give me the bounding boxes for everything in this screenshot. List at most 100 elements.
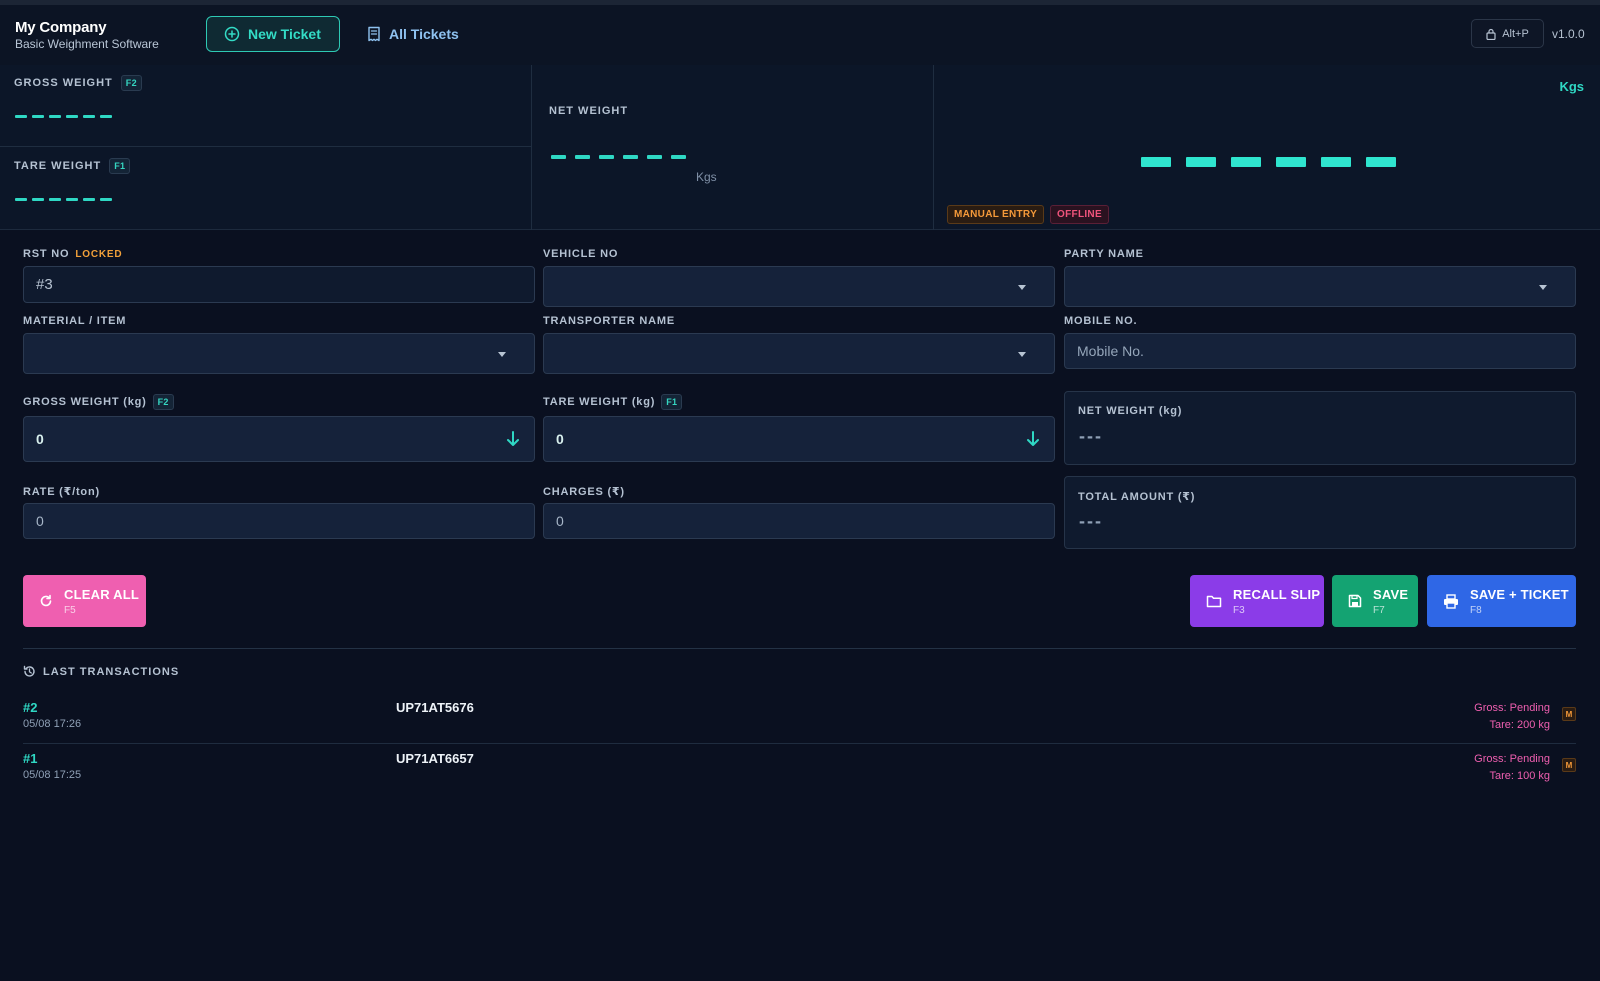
transaction-gross: Gross: Pending [1474, 753, 1550, 765]
history-icon [23, 665, 35, 677]
recall-slip-label: RECALL SLIP [1233, 586, 1321, 602]
rate-input[interactable]: 0 [23, 503, 535, 539]
manual-mode-badge: M [1562, 758, 1576, 772]
section-divider [23, 648, 1576, 649]
gross-key-badge: F2 [120, 75, 142, 91]
lock-hotkey-button[interactable]: Alt+P [1471, 19, 1544, 48]
transaction-row[interactable]: #1 05/08 17:25 UP71AT6657 Gross: Pending… [23, 745, 1576, 795]
charges-field: CHARGES (₹) 0 [543, 483, 1055, 540]
charges-label: CHARGES (₹) [543, 485, 625, 498]
transaction-id: #1 [23, 751, 38, 766]
save-and-ticket-key: F8 [1470, 604, 1482, 616]
chevron-down-icon [498, 351, 506, 357]
save-and-ticket-button[interactable]: SAVE + TICKET F8 [1427, 575, 1576, 627]
rst-no-label-text: RST NO [23, 248, 70, 260]
gross-weight-label: GROSS WEIGHT (kg) F2 [23, 394, 535, 410]
main-scale-readout: Kgs MANUAL ENTRY OFFLINE [935, 65, 1600, 230]
transporter-select[interactable] [543, 333, 1055, 374]
tare-weight-field: TARE WEIGHT (kg) F1 0 [543, 394, 1055, 462]
tare-weight-title: TARE WEIGHT F1 [14, 158, 131, 174]
net-weight-panel-value: --- [1079, 426, 1103, 446]
transaction-tare: Tare: 100 kg [1489, 770, 1550, 782]
transporter-field: TRANSPORTER NAME [543, 313, 1055, 375]
save-label: SAVE [1373, 586, 1409, 602]
gross-weight-input[interactable]: 0 [23, 416, 535, 462]
brand: My Company Basic Weighment Software [15, 19, 159, 51]
net-weight-readout: NET WEIGHT Kgs [533, 65, 934, 230]
vehicle-no-field: VEHICLE NO [543, 246, 1055, 308]
manual-entry-badge: MANUAL ENTRY [947, 205, 1045, 224]
chevron-down-icon [1539, 284, 1547, 290]
printer-icon [1444, 593, 1458, 609]
clear-all-button[interactable]: CLEAR ALL F5 [23, 575, 146, 627]
party-name-select[interactable] [1064, 266, 1576, 307]
vehicle-no-label: VEHICLE NO [543, 248, 619, 260]
net-weight-value [551, 155, 686, 159]
main-scale-unit: Kgs [1559, 79, 1584, 94]
transaction-gross: Gross: Pending [1474, 702, 1550, 714]
transporter-label: TRANSPORTER NAME [543, 315, 675, 327]
mobile-input[interactable]: Mobile No. [1064, 333, 1576, 369]
save-button[interactable]: SAVE F7 [1332, 575, 1418, 627]
vehicle-no-select[interactable] [543, 266, 1055, 307]
rst-no-input: #3 [23, 266, 535, 303]
offline-badge: OFFLINE [1050, 205, 1109, 224]
transaction-tare: Tare: 200 kg [1489, 719, 1550, 731]
hotkey-label: Alt+P [1502, 27, 1529, 40]
transaction-row[interactable]: #2 05/08 17:26 UP71AT5676 Gross: Pending… [23, 694, 1576, 744]
app-subtitle: Basic Weighment Software [15, 37, 159, 51]
capture-arrow-down-icon[interactable] [504, 430, 522, 448]
tare-weight-label-text: TARE WEIGHT (kg) [543, 396, 656, 408]
total-amount-panel: TOTAL AMOUNT (₹) --- [1064, 476, 1576, 549]
version-label: v1.0.0 [1552, 27, 1585, 41]
total-amount-label: TOTAL AMOUNT (₹) [1078, 491, 1196, 503]
all-tickets-button[interactable]: All Tickets [350, 16, 476, 52]
party-name-label: PARTY NAME [1064, 248, 1144, 260]
recall-slip-key: F3 [1233, 604, 1245, 616]
tare-weight-label: TARE WEIGHT (kg) F1 [543, 394, 1055, 410]
rst-no-field: RST NO LOCKED #3 [23, 246, 535, 304]
all-tickets-label: All Tickets [389, 26, 459, 42]
gross-weight-value: 0 [36, 431, 44, 447]
rate-label: RATE (₹/ton) [23, 485, 100, 498]
refresh-icon [40, 594, 52, 607]
receipt-icon [368, 26, 380, 42]
tare-weight-readout: TARE WEIGHT F1 [0, 148, 532, 230]
last-transactions-title: LAST TRANSACTIONS [43, 665, 180, 678]
save-and-ticket-label: SAVE + TICKET [1470, 586, 1569, 602]
mobile-field: MOBILE NO. Mobile No. [1064, 313, 1576, 371]
transaction-id: #2 [23, 700, 38, 715]
net-weight-panel: NET WEIGHT (kg) --- [1064, 391, 1576, 465]
chevron-down-icon [1018, 351, 1026, 357]
floppy-disk-icon [1348, 594, 1362, 608]
folder-icon [1206, 595, 1222, 608]
rst-no-label: RST NO LOCKED [23, 246, 535, 262]
new-ticket-label: New Ticket [248, 26, 321, 42]
tare-key-badge: F1 [109, 158, 131, 174]
tare-weight-value: 0 [556, 431, 564, 447]
party-name-field: PARTY NAME [1064, 246, 1576, 308]
net-weight-unit: Kgs [696, 170, 717, 184]
recall-slip-button[interactable]: RECALL SLIP F3 [1190, 575, 1324, 627]
transaction-status: Gross: Pending Tare: 200 kg [1474, 700, 1550, 734]
weight-readouts: GROSS WEIGHT F2 TARE WEIGHT F1 [0, 65, 532, 230]
total-amount-value: --- [1079, 511, 1103, 531]
capture-arrow-down-icon[interactable] [1024, 430, 1042, 448]
material-select[interactable] [23, 333, 535, 374]
rate-field: RATE (₹/ton) 0 [23, 483, 535, 540]
chevron-down-icon [1018, 284, 1026, 290]
company-name: My Company [15, 19, 107, 36]
gross-weight-field: GROSS WEIGHT (kg) F2 0 [23, 394, 535, 462]
last-transactions-heading: LAST TRANSACTIONS [23, 665, 179, 678]
net-weight-title: NET WEIGHT [549, 105, 629, 117]
new-ticket-button[interactable]: New Ticket [206, 16, 340, 52]
gross-weight-key-badge: F2 [152, 394, 174, 410]
net-weight-panel-label: NET WEIGHT (kg) [1078, 405, 1183, 417]
lock-icon [1486, 28, 1496, 40]
charges-input[interactable]: 0 [543, 503, 1055, 539]
status-badges: MANUAL ENTRY OFFLINE [947, 205, 1109, 224]
transaction-vehicle: UP71AT5676 [396, 700, 474, 715]
weight-display-panel: GROSS WEIGHT F2 TARE WEIGHT F1 NET WEIGH… [0, 65, 1600, 230]
gross-weight-readout: GROSS WEIGHT F2 [0, 65, 532, 147]
tare-weight-input[interactable]: 0 [543, 416, 1055, 462]
